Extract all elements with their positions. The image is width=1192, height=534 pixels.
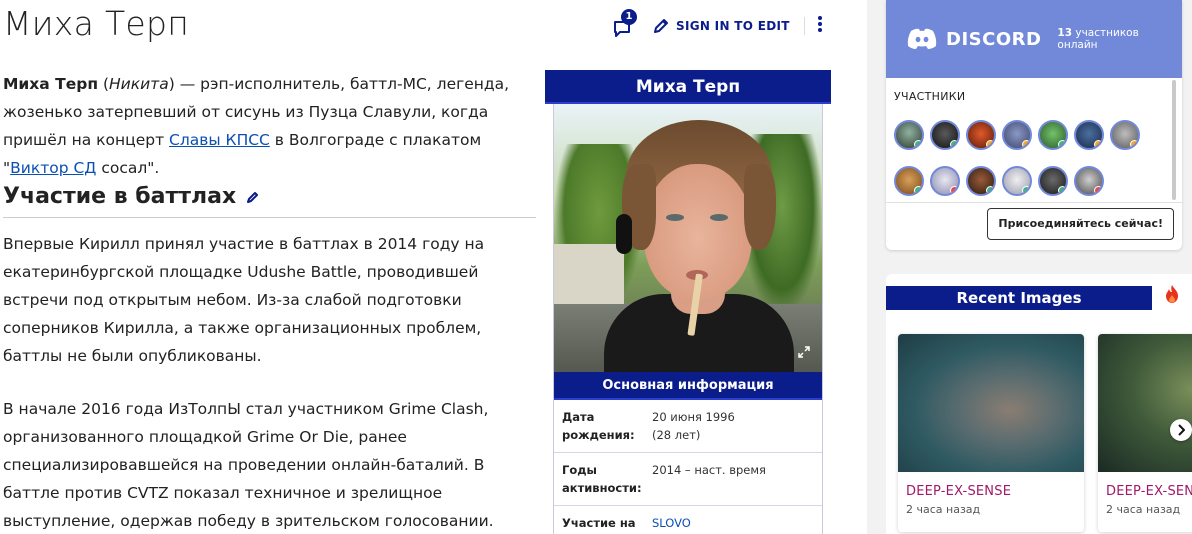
toolbar-divider bbox=[803, 17, 805, 35]
carousel-next-button[interactable] bbox=[1170, 419, 1192, 441]
fire-icon bbox=[1164, 284, 1180, 308]
comment-count-badge: 1 bbox=[621, 9, 637, 25]
intro-paragraph: Миха Терп (Никита) — рэп-исполнитель, ба… bbox=[3, 75, 510, 177]
link-slava-kpss[interactable]: Славы КПСС bbox=[169, 131, 270, 149]
avatar[interactable] bbox=[1110, 120, 1140, 150]
infobox: Миха Терп Основная информация Дата рожде… bbox=[545, 70, 831, 534]
birth-date: 20 июня 1996 bbox=[652, 410, 735, 424]
infobox-row-label: Годы активности: bbox=[562, 463, 642, 495]
avatar[interactable] bbox=[930, 166, 960, 196]
avatar[interactable] bbox=[966, 166, 996, 196]
age: (28 лет) bbox=[652, 428, 701, 442]
chevron-right-icon bbox=[1178, 424, 1185, 436]
avatar[interactable] bbox=[1038, 166, 1068, 196]
discord-scrollbar[interactable] bbox=[1172, 80, 1176, 200]
discord-logo[interactable]: DISCORD bbox=[906, 27, 1041, 51]
recent-image-title[interactable]: DEEP-EX-SENSE bbox=[1098, 472, 1192, 499]
avatar[interactable] bbox=[1002, 120, 1032, 150]
recent-image-title[interactable]: DEEP-EX-SENSE bbox=[898, 472, 1084, 499]
infobox-photo[interactable] bbox=[554, 104, 822, 372]
section-heading: Участие в баттлах bbox=[3, 184, 536, 218]
discord-divider bbox=[886, 202, 1182, 203]
expand-icon bbox=[798, 346, 810, 358]
more-options-button[interactable] bbox=[817, 15, 823, 37]
link-viktor-sd[interactable]: Виктор СД bbox=[10, 159, 96, 177]
recent-image-time: 2 часа назад bbox=[1106, 503, 1181, 516]
pencil-icon bbox=[247, 191, 259, 203]
infobox-title: Миха Терп bbox=[545, 70, 831, 104]
recent-images-widget: Recent Images DEEP-EX-SENSE 2 часа назад… bbox=[886, 274, 1192, 534]
avatar[interactable] bbox=[1002, 166, 1032, 196]
infobox-row-label: Участие на bbox=[562, 516, 636, 530]
more-icon bbox=[817, 16, 822, 32]
infobox-section-header: Основная информация bbox=[554, 372, 822, 400]
intro-name: Миха Терп bbox=[3, 75, 99, 93]
discord-online-count: 13 участников онлайн bbox=[1057, 27, 1182, 51]
infobox-row-participation: Участие на SLOVO bbox=[554, 506, 822, 534]
online-count-number: 13 bbox=[1057, 27, 1073, 39]
avatar[interactable] bbox=[894, 120, 924, 150]
discord-widget: DISCORD 13 участников онлайн УЧАСТНИКИ П… bbox=[886, 0, 1182, 250]
link-slovo[interactable]: SLOVO bbox=[652, 516, 691, 530]
expand-image-button[interactable] bbox=[798, 343, 810, 362]
infobox-row-years: Годы активности: 2014 – наст. время bbox=[554, 453, 822, 506]
sign-in-to-edit-label: SIGN IN TO EDIT bbox=[676, 19, 790, 33]
section-heading-text: Участие в баттлах bbox=[3, 184, 237, 209]
recent-image-time: 2 часа назад bbox=[906, 503, 981, 516]
page-title: Миха Терп bbox=[3, 4, 190, 43]
infobox-row-value: SLOVO bbox=[652, 514, 814, 532]
section-paragraph-1: Впервые Кирилл принял участие в баттлах … bbox=[3, 235, 485, 365]
discord-header: DISCORD 13 участников онлайн bbox=[886, 0, 1182, 78]
avatar[interactable] bbox=[930, 120, 960, 150]
infobox-body: Основная информация Дата рождения: 20 ию… bbox=[553, 104, 823, 534]
discord-members-label: УЧАСТНИКИ bbox=[894, 90, 966, 103]
intro-text: сосал". bbox=[96, 159, 160, 177]
infobox-row-value: 20 июня 1996 (28 лет) bbox=[652, 408, 814, 444]
recent-image-thumbnail[interactable] bbox=[898, 334, 1084, 472]
avatar[interactable] bbox=[1074, 120, 1104, 150]
intro-alias: Никита bbox=[109, 75, 169, 93]
avatar[interactable] bbox=[1038, 120, 1068, 150]
recent-image-card[interactable]: DEEP-EX-SENSE 2 часа назад bbox=[898, 334, 1084, 532]
recent-image-thumbnail[interactable] bbox=[1098, 334, 1192, 472]
avatar[interactable] bbox=[894, 166, 924, 196]
pencil-icon bbox=[654, 19, 668, 33]
sign-in-to-edit-button[interactable]: SIGN IN TO EDIT bbox=[652, 17, 790, 35]
avatar[interactable] bbox=[966, 120, 996, 150]
recent-images-heading: Recent Images bbox=[886, 286, 1152, 310]
discord-icon bbox=[907, 28, 937, 49]
infobox-row-value: 2014 – наст. время bbox=[652, 463, 766, 477]
avatar[interactable] bbox=[1074, 166, 1104, 196]
edit-section-button[interactable] bbox=[246, 190, 260, 204]
discord-join-button[interactable]: Присоединяйтесь сейчас! bbox=[987, 208, 1174, 240]
discord-brand: DISCORD bbox=[946, 28, 1042, 50]
infobox-row-birth: Дата рождения: 20 июня 1996 (28 лет) bbox=[554, 400, 822, 453]
section-paragraph-2: В начале 2016 года ИзТолпЫ стал участник… bbox=[3, 400, 494, 530]
infobox-row-label: Дата рождения: bbox=[562, 410, 635, 442]
page-toolbar: 1 SIGN IN TO EDIT bbox=[610, 9, 823, 40]
comments-button[interactable]: 1 bbox=[610, 9, 637, 40]
